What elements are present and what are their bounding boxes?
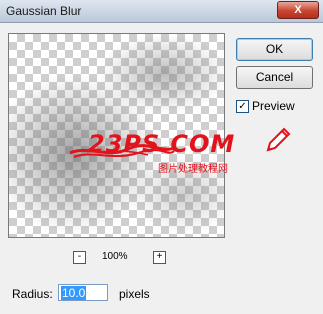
zoom-level: 100% [102, 251, 128, 262]
dialog-title: Gaussian Blur [6, 4, 82, 18]
title-bar[interactable]: Gaussian Blur X [0, 0, 323, 23]
preview-checkbox-label[interactable]: Preview [252, 99, 295, 113]
zoom-in-button[interactable]: + [153, 251, 166, 264]
pencil-icon [266, 127, 291, 152]
ok-button[interactable]: OK [236, 38, 313, 61]
radius-input[interactable]: 10.0 [58, 284, 108, 301]
cancel-button[interactable]: Cancel [236, 66, 313, 89]
radius-unit-label: pixels [119, 287, 150, 301]
blur-shadow [99, 34, 224, 114]
zoom-out-button[interactable]: - [73, 251, 86, 264]
watermark-subtext: 图片处理教程网 [158, 164, 228, 175]
preview-checkbox[interactable]: ✓ [236, 100, 249, 113]
dialog-body: OK Cancel ✓ Preview - 100% + Radius: 10.… [0, 23, 323, 314]
close-button[interactable]: X [277, 1, 319, 19]
radius-label: Radius: [12, 287, 53, 301]
radius-value: 10.0 [61, 286, 87, 300]
watermark-logo-text: 23PS.COM [88, 130, 236, 158]
gaussian-blur-dialog: Gaussian Blur X OK Cancel ✓ Preview - 10… [0, 0, 323, 314]
